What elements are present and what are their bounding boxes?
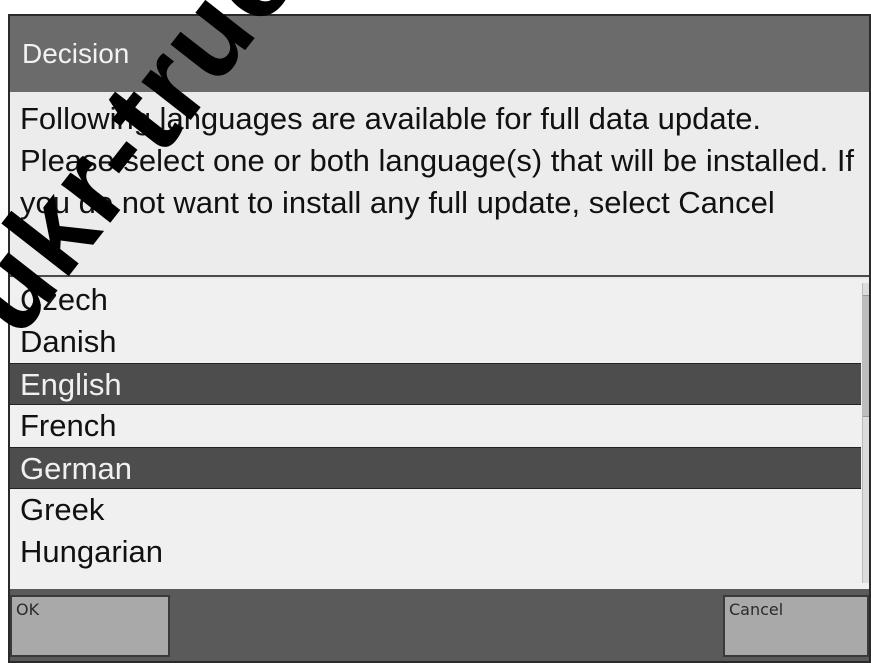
list-item-greek[interactable]: Greek [10, 489, 861, 531]
list-item-label: English [20, 367, 122, 402]
list-item-german[interactable]: German [10, 447, 861, 489]
list-item-danish[interactable]: Danish [10, 321, 861, 363]
list-item-label: German [20, 451, 132, 486]
dialog-title: Decision [10, 16, 869, 92]
list-item-label: Greek [20, 492, 105, 527]
list-item-label: French [20, 408, 117, 443]
screen: Decision Following languages are availab… [0, 0, 871, 663]
list-scrollbar[interactable] [862, 283, 869, 583]
list-item-english[interactable]: English [10, 363, 861, 405]
dialog-message: Following languages are available for fu… [10, 92, 869, 277]
list-item-czech[interactable]: Czech [10, 279, 861, 321]
language-list[interactable]: Czech Danish English French German Greek… [10, 279, 869, 591]
list-item-label: Hungarian [20, 534, 164, 569]
list-item-label: Czech [20, 282, 108, 317]
list-item-french[interactable]: French [10, 405, 861, 447]
scrollbar-thumb[interactable] [863, 295, 869, 417]
list-item-hungarian[interactable]: Hungarian [10, 531, 861, 573]
decision-dialog: Decision Following languages are availab… [8, 14, 871, 663]
button-bar: OK Cancel [10, 589, 869, 661]
list-item-label: Danish [20, 324, 117, 359]
ok-button[interactable]: OK [10, 595, 170, 657]
cancel-button[interactable]: Cancel [723, 595, 869, 657]
